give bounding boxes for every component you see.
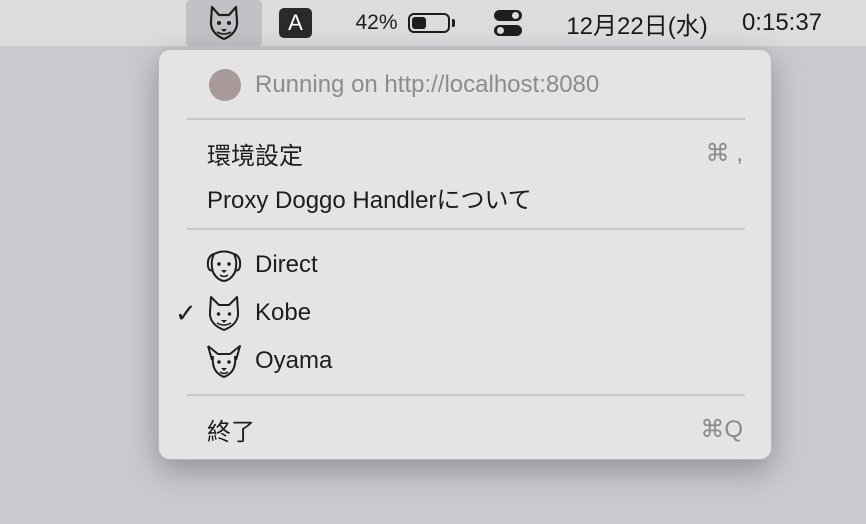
battery-status[interactable]: 42% [348,0,462,46]
menu-item-profile-direct[interactable]: Direct [159,245,771,285]
profile-label-oyama: Oyama [255,347,333,374]
separator [187,394,745,396]
input-source-label: A [279,8,312,38]
quit-shortcut: ⌘Q [700,415,743,443]
control-center-button[interactable] [490,0,526,46]
status-indicator-icon [209,69,241,101]
menu-item-profile-oyama[interactable]: Oyama [159,341,771,381]
menu-bar: A 42% 12月22日(水) 0:15:37 [0,0,866,46]
status-row: Running on http://localhost:8080 [159,65,771,105]
battery-percent: 42% [355,11,398,34]
menu-item-quit[interactable]: 終了 ⌘Q [159,409,771,449]
control-center-icon [494,10,522,36]
menu-item-preferences[interactable]: 環境設定 ⌘ , [159,133,771,173]
proxy-doggo-dropdown-menu: Running on http://localhost:8080 環境設定 ⌘ … [158,49,772,460]
preferences-shortcut: ⌘ , [705,139,743,167]
input-source-indicator[interactable]: A [279,0,312,46]
separator [187,118,745,120]
checkmark-icon: ✓ [175,297,197,328]
profile-label-kobe: Kobe [255,299,312,326]
battery-icon [407,13,450,33]
shiba-dog-icon [209,5,239,41]
menu-item-about[interactable]: Proxy Doggo Handlerについて [159,177,771,217]
battery-tip [451,19,455,27]
about-label: Proxy Doggo Handlerについて [207,186,532,214]
preferences-label: 環境設定 [207,142,303,170]
corgi-dog-icon [207,345,241,379]
menubar-date[interactable]: 12月22日(水) [556,0,718,46]
menu-item-profile-kobe[interactable]: ✓ Kobe [159,293,771,333]
battery-fill [411,17,426,29]
menubar-time[interactable]: 0:15:37 [732,0,832,46]
retriever-dog-icon [206,250,242,283]
proxy-doggo-menubar-button[interactable] [186,0,262,46]
status-text: Running on http://localhost:8080 [255,71,600,98]
separator [187,228,745,230]
profile-label-direct: Direct [255,251,318,278]
quit-label: 終了 [207,418,255,446]
shiba-dog-icon [208,296,240,331]
